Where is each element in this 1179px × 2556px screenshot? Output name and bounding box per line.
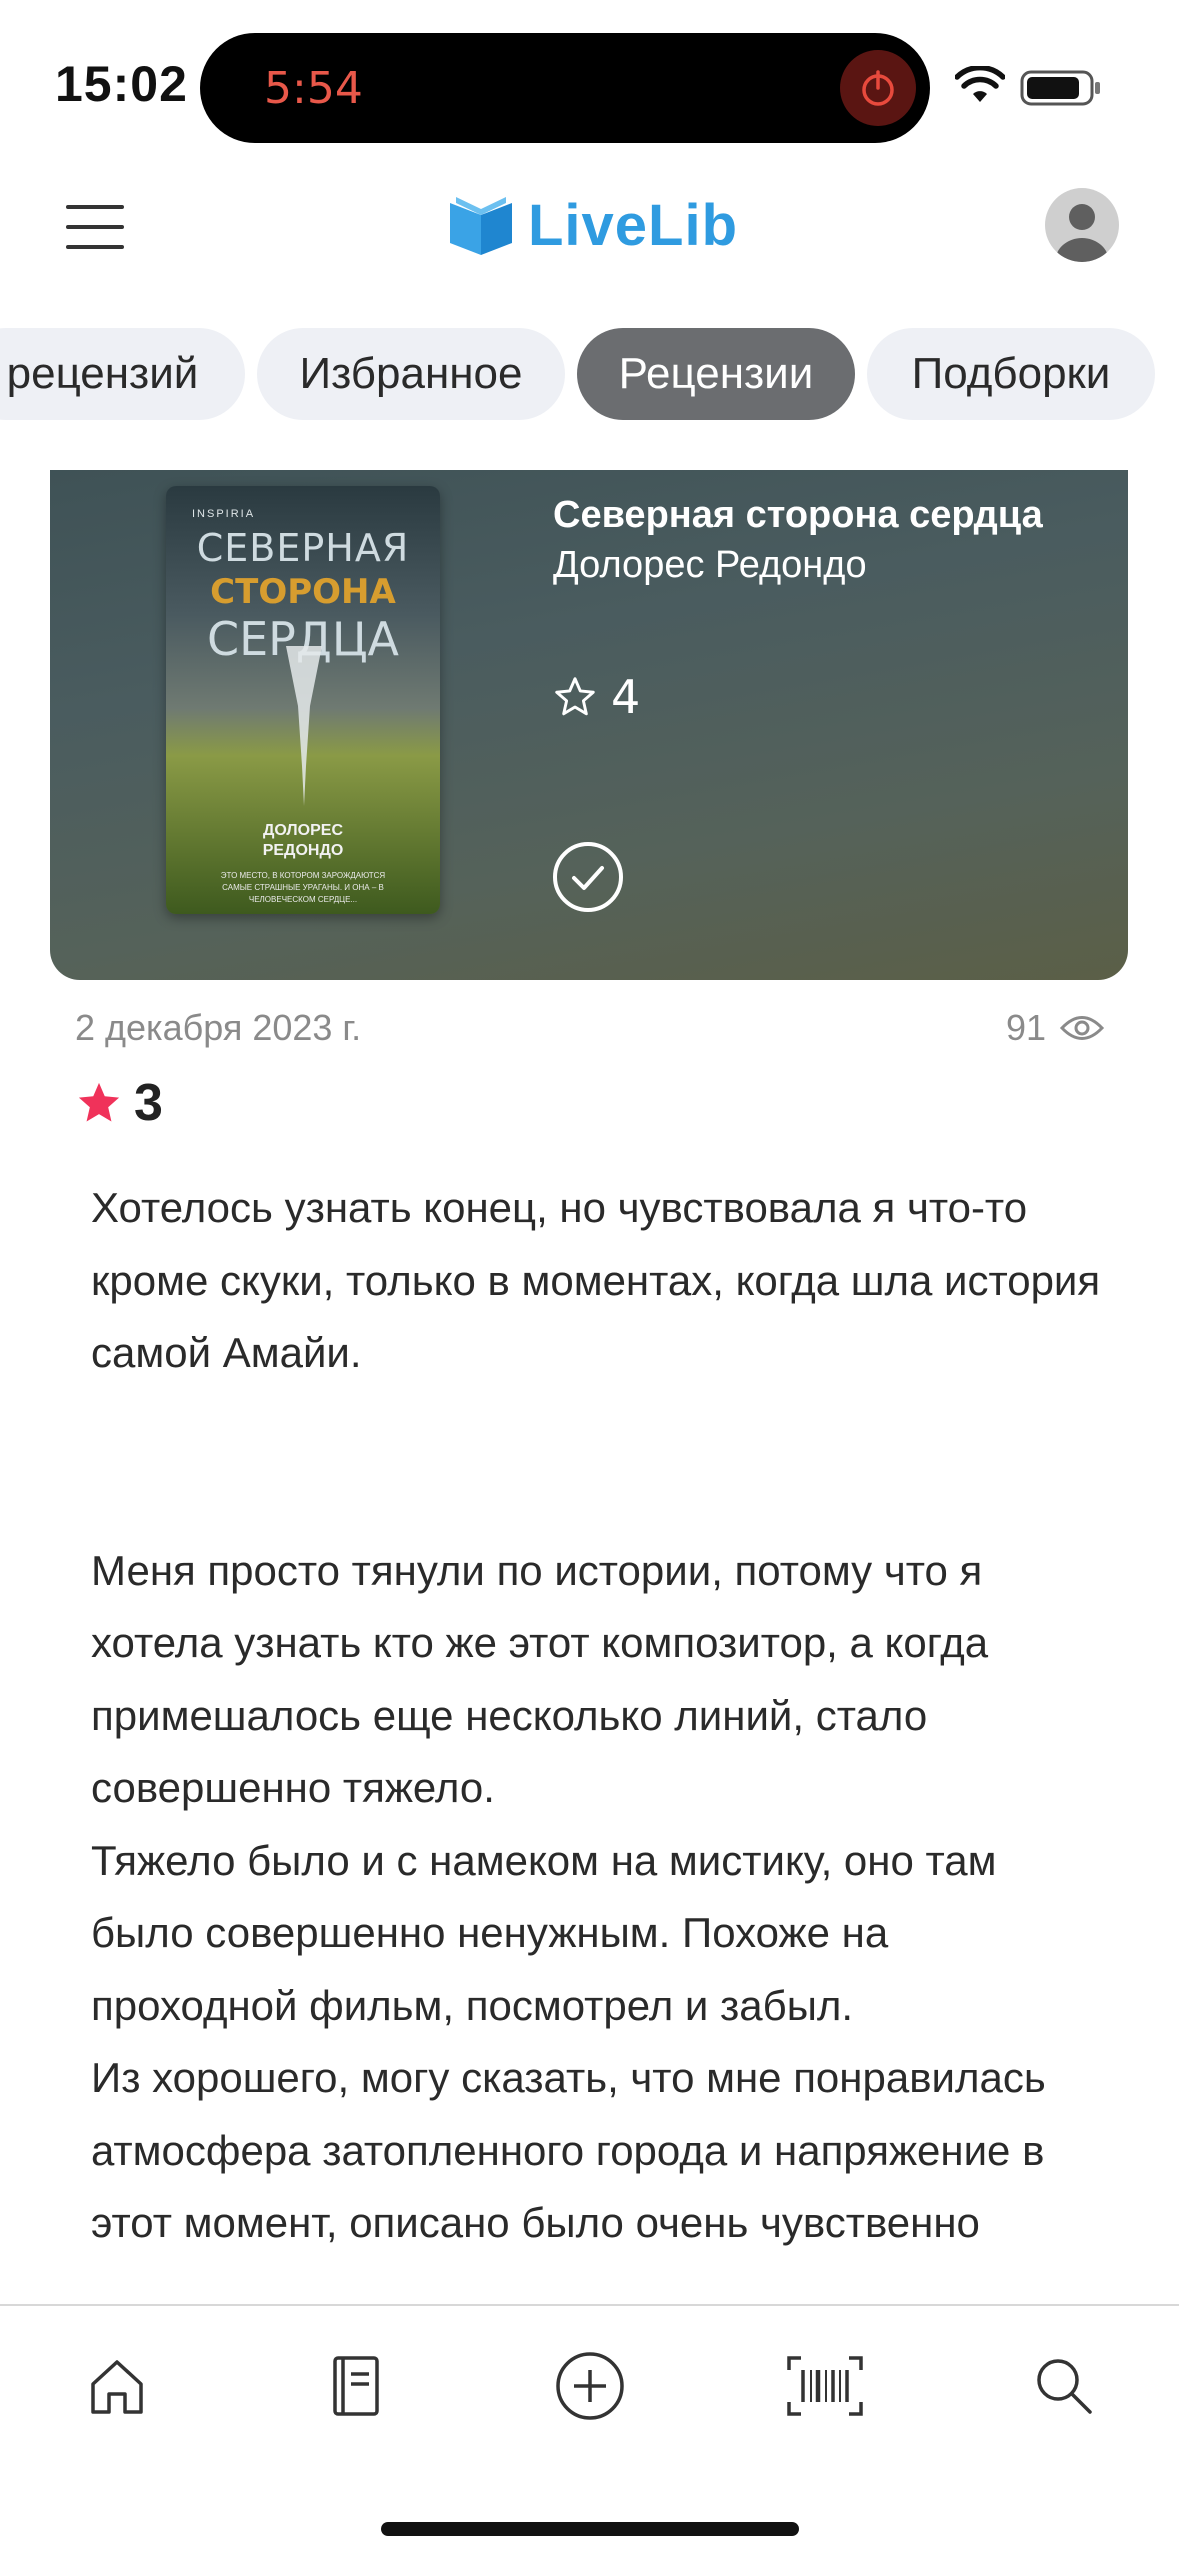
eye-icon xyxy=(1060,1016,1104,1040)
review-date: 2 декабря 2023 г. xyxy=(75,1007,362,1048)
nav-search[interactable] xyxy=(1024,2346,1104,2426)
tab-reviews-count[interactable]: рецензий xyxy=(0,328,245,420)
review-paragraph: Из хорошего, могу сказать, что мне понра… xyxy=(91,2054,1046,2246)
search-icon xyxy=(1037,2359,1092,2414)
cover-tagline: ЭТО МЕСТО, В КОТОРОМ ЗАРОЖДАЮТСЯ САМЫЕ С… xyxy=(220,871,386,904)
book-icon xyxy=(333,2356,379,2416)
review-paragraph: Меня просто тянули по истории, потому чт… xyxy=(91,1546,989,1812)
avatar-icon[interactable] xyxy=(1045,188,1119,262)
cover-title-line2: СТОРОНА xyxy=(210,572,396,612)
battery-icon xyxy=(1020,70,1100,106)
tab-collections[interactable]: Подборки xyxy=(867,328,1155,420)
bottom-nav xyxy=(0,2304,1179,2556)
tab-favorites[interactable]: Избранное xyxy=(257,328,565,420)
app-header: LiveLib xyxy=(0,160,1179,300)
nav-books[interactable] xyxy=(315,2346,395,2426)
nav-add[interactable] xyxy=(550,2346,630,2426)
check-icon xyxy=(572,866,604,890)
cover-author-line2: РЕДОНДО xyxy=(262,842,344,859)
cover-author: ДОЛОРЕС РЕДОНДО xyxy=(166,821,440,861)
book-author[interactable]: Долорес Редондо xyxy=(553,544,867,587)
review-rating-value: 3 xyxy=(134,1074,163,1132)
home-icon xyxy=(91,2360,143,2414)
logo-book-icon xyxy=(450,196,512,255)
views-counter: 91 xyxy=(1006,1007,1104,1049)
review-rating: 3 xyxy=(76,1073,163,1133)
book-rating-value: 4 xyxy=(611,670,641,724)
views-count: 91 xyxy=(1005,1007,1046,1048)
review-body: Хотелось узнать конец, но чувствовала я … xyxy=(91,1172,1101,2260)
logo[interactable]: LiveLib xyxy=(448,192,738,259)
book-cover[interactable]: INSPIRIA СЕВЕРНАЯ СТОРОНА СЕРДЦА ДОЛОРЕС… xyxy=(166,486,440,914)
nav-home[interactable] xyxy=(77,2346,157,2426)
wifi-icon xyxy=(955,66,1005,102)
recording-timer: 5:54 xyxy=(264,63,363,114)
review-paragraph: Тяжело было и с намеком на мистику, оно … xyxy=(91,1836,997,2029)
barcode-icon xyxy=(787,2356,863,2416)
cover-title-line1: СЕВЕРНАЯ xyxy=(196,526,410,570)
tornado-illustration xyxy=(286,646,322,806)
cover-publisher: INSPIRIA xyxy=(192,508,256,520)
book-card[interactable]: INSPIRIA СЕВЕРНАЯ СТОРОНА СЕРДЦА ДОЛОРЕС… xyxy=(50,470,1128,980)
read-check-button[interactable] xyxy=(553,842,623,912)
tab-reviews[interactable]: Рецензии xyxy=(577,328,855,420)
star-outline-icon xyxy=(555,677,595,716)
tabs-bar: рецензий Избранное Рецензии Подборки xyxy=(0,328,1179,424)
record-stop-icon[interactable] xyxy=(840,50,916,126)
review-paragraph: Хотелось узнать конец, но чувствовала я … xyxy=(91,1184,1101,1376)
status-time: 15:02 xyxy=(55,56,188,112)
cover-author-line1: ДОЛОРЕС xyxy=(262,822,343,839)
add-icon xyxy=(556,2352,624,2420)
status-bar: 15:02 5:54 xyxy=(0,0,1179,160)
logo-text: LiveLib xyxy=(528,193,739,258)
dynamic-island[interactable]: 5:54 xyxy=(200,33,930,143)
star-filled-icon xyxy=(78,1082,120,1122)
menu-icon[interactable] xyxy=(66,205,124,249)
book-rating: 4 xyxy=(553,670,640,724)
nav-scan[interactable] xyxy=(785,2346,865,2426)
book-title[interactable]: Северная сторона сердца xyxy=(553,494,1043,537)
home-indicator[interactable] xyxy=(381,2522,799,2536)
